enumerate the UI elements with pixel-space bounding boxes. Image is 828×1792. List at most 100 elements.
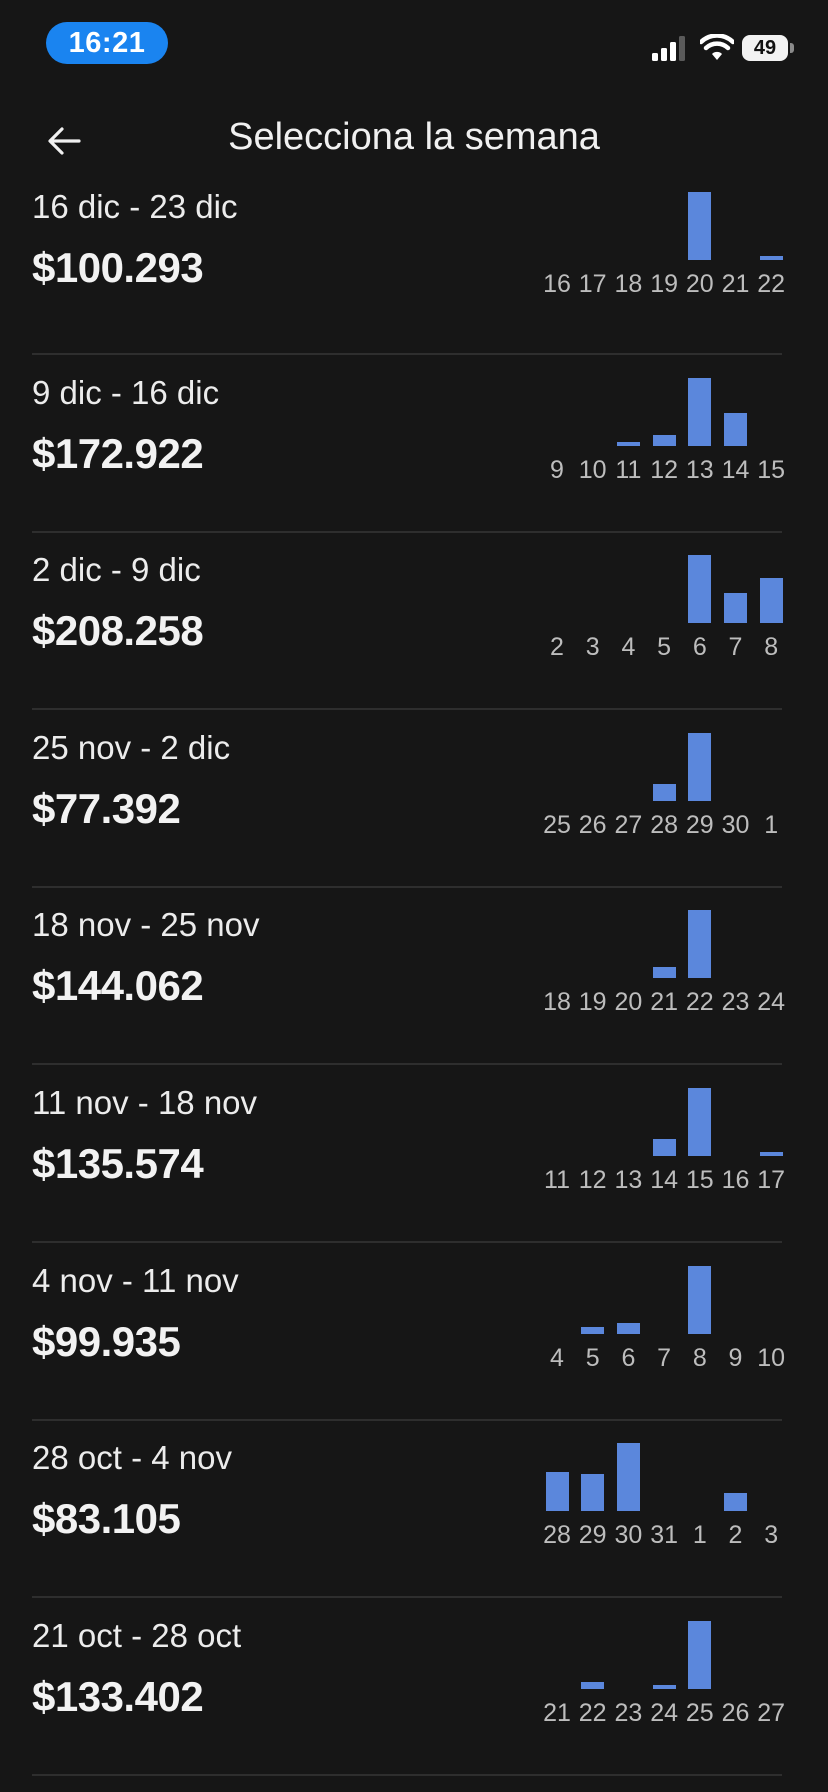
day-label: 21 xyxy=(650,988,678,1017)
day-bar xyxy=(759,1152,783,1156)
day-label: 6 xyxy=(692,633,707,662)
day-label: 13 xyxy=(685,455,714,484)
week-range: 25 nov - 2 dic xyxy=(32,728,231,766)
day-bar xyxy=(759,256,783,260)
day-bar xyxy=(688,1265,712,1334)
day-label: 28 xyxy=(650,810,678,839)
signal-icon xyxy=(652,36,685,61)
status-bar: 16:21 49 xyxy=(0,0,828,90)
day-bar xyxy=(652,783,676,801)
day-label: 1 xyxy=(692,1521,707,1550)
day-bar xyxy=(616,1322,640,1334)
day-label: 24 xyxy=(650,1698,678,1727)
day-label: 11 xyxy=(544,1166,570,1194)
day-bar xyxy=(616,441,640,446)
page-title: Selecciona la semana xyxy=(228,116,600,158)
day-label: 7 xyxy=(657,1343,672,1372)
day-label: 29 xyxy=(685,810,714,839)
day-label: 18 xyxy=(614,270,643,298)
daily-earnings-chart: 18 19 20 21 22 23 24 xyxy=(537,894,787,1044)
day-label: 2 xyxy=(728,1521,743,1550)
day-label: 3 xyxy=(585,633,600,662)
day-bar xyxy=(724,593,747,624)
day-label: 19 xyxy=(650,270,678,298)
daily-earnings-chart: 16 17 18 19 20 21 22 xyxy=(537,176,787,326)
day-bar xyxy=(688,910,712,979)
day-label: 26 xyxy=(578,810,607,839)
day-label: 25 xyxy=(685,1698,714,1727)
day-label: 16 xyxy=(721,1166,750,1194)
day-bar xyxy=(652,967,676,979)
day-label: 6 xyxy=(621,1343,636,1372)
day-label: 27 xyxy=(614,810,643,839)
day-bar xyxy=(688,732,712,801)
week-amount: $77.392 xyxy=(32,784,181,832)
week-amount: $172.922 xyxy=(32,429,204,477)
day-bar xyxy=(652,1139,676,1156)
day-label: 12 xyxy=(578,1166,607,1194)
day-label: 5 xyxy=(585,1343,600,1372)
day-label: 29 xyxy=(578,1521,607,1550)
week-row[interactable]: 2 dic - 9 dic $208.258 2 3 4 5 6 7 8 xyxy=(32,531,783,711)
day-bar xyxy=(724,412,747,446)
day-label: 19 xyxy=(578,988,607,1017)
day-label: 14 xyxy=(650,1166,678,1194)
day-label: 17 xyxy=(757,1166,786,1194)
day-label: 10 xyxy=(757,1343,786,1372)
day-bar xyxy=(724,1493,747,1512)
week-row[interactable]: 16 dic - 23 dic $100.293 16 17 18 19 20 21 22 xyxy=(32,176,785,355)
week-row[interactable]: 4 nov - 11 nov $99.935 4 5 6 7 8 9 10 xyxy=(32,1242,785,1421)
battery-tip xyxy=(790,43,794,53)
status-time[interactable]: 16:21 xyxy=(46,22,168,64)
day-label: 28 xyxy=(543,1521,571,1550)
week-range: 28 oct - 4 nov xyxy=(32,1439,232,1477)
week-range: 2 dic - 9 dic xyxy=(32,551,201,589)
day-label: 22 xyxy=(578,1698,607,1727)
day-label: 15 xyxy=(685,1166,714,1194)
day-bar xyxy=(688,1620,712,1689)
day-label: 18 xyxy=(543,988,571,1017)
week-amount: $144.062 xyxy=(32,962,204,1010)
day-label: 17 xyxy=(578,270,607,298)
day-bar xyxy=(545,1472,569,1512)
day-label: 20 xyxy=(685,270,714,298)
daily-earnings-chart: 28 29 30 31 1 2 3 xyxy=(537,1427,787,1577)
day-label: 1 xyxy=(764,810,779,839)
day-label: 22 xyxy=(757,270,786,298)
week-range: 4 nov - 11 nov xyxy=(32,1261,239,1299)
day-label: 5 xyxy=(657,633,672,662)
day-label: 15 xyxy=(757,455,786,484)
day-label: 25 xyxy=(543,810,571,839)
week-row[interactable]: 21 oct - 28 oct $133.402 21 22 23 24 25 26 27 xyxy=(32,1597,785,1776)
daily-earnings-chart: 25 26 27 28 29 30 1 xyxy=(537,717,787,867)
day-label: 27 xyxy=(757,1698,786,1727)
day-label: 20 xyxy=(614,988,643,1017)
day-label: 11 xyxy=(615,455,642,484)
week-row[interactable]: 11 nov - 18 nov $135.574 11 12 13 14 15 16 17 xyxy=(32,1064,785,1243)
day-bar xyxy=(616,1443,640,1512)
day-bar xyxy=(688,192,712,260)
daily-earnings-chart: 21 22 23 24 25 26 27 xyxy=(537,1605,787,1755)
week-range: 9 dic - 16 dic xyxy=(32,373,220,411)
daily-earnings-chart: 2345678 xyxy=(537,539,787,689)
week-amount: $133.402 xyxy=(32,1672,204,1720)
day-label: 30 xyxy=(721,810,750,839)
day-bar xyxy=(581,1326,605,1334)
day-bar xyxy=(581,1474,605,1512)
week-row[interactable]: 9 dic - 16 dic $172.922 9 10 11 12 13 14 15 xyxy=(32,354,785,533)
daily-earnings-chart: 11 12 13 14 15 16 17 xyxy=(537,1072,787,1222)
day-label: 21 xyxy=(543,1698,571,1727)
week-row[interactable]: 25 nov - 2 dic $77.392 25 26 27 28 29 30 1 xyxy=(32,709,782,888)
day-label: 16 xyxy=(543,270,571,298)
day-label: 4 xyxy=(550,1343,564,1372)
week-row[interactable]: 28 oct - 4 nov $83.105 28 29 30 31 1 2 3 xyxy=(32,1419,782,1599)
day-label: 7 xyxy=(728,633,743,662)
day-bar xyxy=(688,555,712,624)
day-bar xyxy=(688,1088,712,1156)
day-label: 26 xyxy=(721,1698,750,1727)
day-label: 9 xyxy=(728,1343,743,1372)
day-label: 13 xyxy=(614,1166,643,1194)
day-bar xyxy=(759,578,783,624)
week-row[interactable]: 18 nov - 25 nov $144.062 18 19 20 21 22 23 24 xyxy=(32,886,785,1066)
week-amount: $208.258 xyxy=(32,607,204,655)
